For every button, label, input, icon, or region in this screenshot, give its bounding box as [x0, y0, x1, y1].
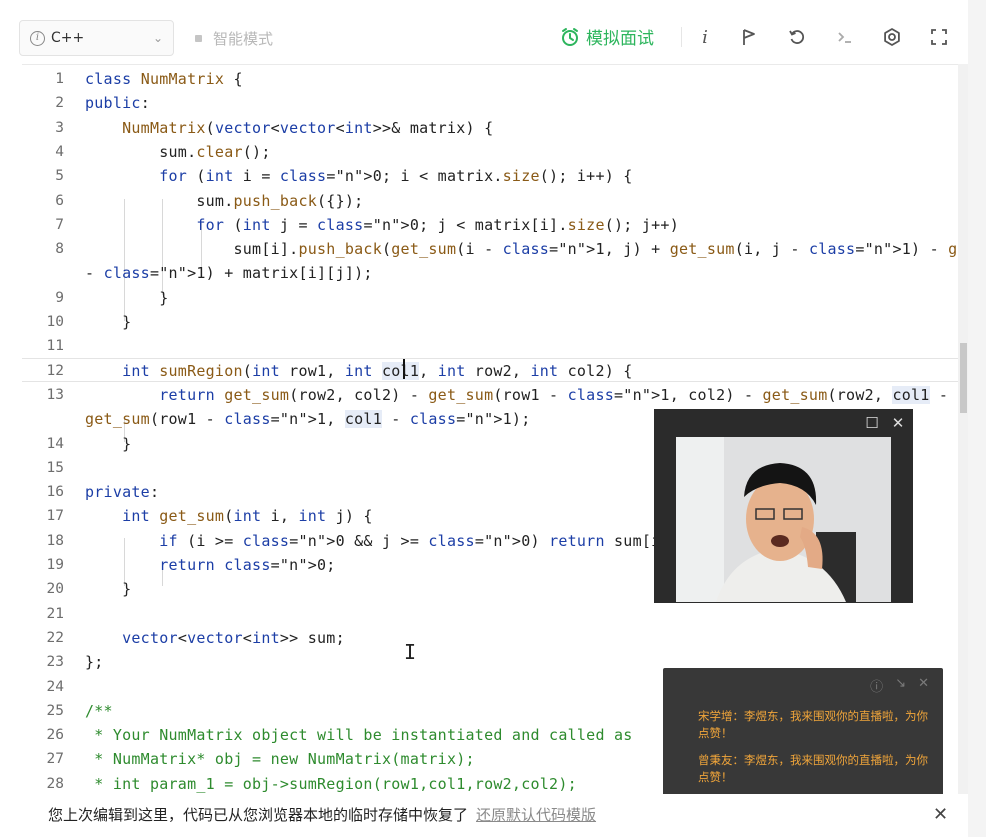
chat-message: 曾秉友：李煜东，我来围观你的直播啦，为你点赞！	[698, 753, 928, 784]
code-text: sum.push_back({});	[85, 191, 364, 210]
fullscreen-icon[interactable]	[929, 27, 949, 47]
code-text: sum[i].push_back(get_sum(i - class="n">1…	[85, 240, 958, 259]
mock-interview-label: 模拟面试	[586, 29, 654, 49]
line-number: 2	[55, 95, 64, 112]
webcam-feed	[676, 437, 891, 602]
mouse-ibeam-cursor: I	[404, 640, 417, 664]
restore-notice: 您上次编辑到这里，代码已从您浏览器本地的临时存储中恢复了 还原默认代码模版	[48, 804, 596, 825]
line-number: 1	[55, 71, 64, 87]
smart-mode-label: 智能模式	[213, 30, 274, 48]
code-text: return class="n">0;	[159, 556, 336, 574]
terminal-icon[interactable]	[835, 27, 855, 47]
chat-header: ⓘ ↘ ✕	[870, 676, 929, 695]
restore-default-template-link[interactable]: 还原默认代码模版	[476, 806, 596, 824]
line-number: 9	[55, 289, 64, 306]
code-text: }	[85, 580, 132, 599]
line-number: 10	[46, 314, 64, 330]
line-number: 28	[46, 775, 64, 792]
code-text: vector<vector<int>> sum;	[122, 628, 345, 647]
live-chat-panel[interactable]: ⓘ ↘ ✕ 宋学增：李煜东，我来围观你的直播啦，为你点赞！ 曾秉友：李煜东，我来…	[663, 668, 943, 799]
line-number: 7	[55, 216, 64, 233]
code-text: * NumMatrix* obj = new NumMatrix(matrix)…	[85, 750, 475, 769]
code-text: * Your NumMatrix object will be instanti…	[85, 726, 633, 745]
text-cursor	[403, 359, 405, 379]
smart-mode-toggle[interactable]: 智能模式	[195, 28, 273, 49]
code-text: /**	[85, 701, 113, 720]
settings-icon[interactable]	[882, 27, 902, 47]
editor-toolbar: i C++ ⌄ 智能模式 模拟面试 i	[0, 0, 986, 70]
code-text: get_sum(row1 - class="n">1, col1 - class…	[85, 410, 531, 429]
help-icon[interactable]: ⓘ	[870, 676, 883, 695]
line-number: 19	[46, 557, 64, 573]
mock-interview-button[interactable]: 模拟面试	[560, 24, 654, 49]
restore-notice-text: 您上次编辑到这里，代码已从您浏览器本地的临时存储中恢复了	[48, 806, 469, 824]
info-icon: i	[30, 30, 45, 46]
line-number: 25	[46, 702, 64, 719]
code-text: for (int i = class="n">0; i < matrix.siz…	[159, 167, 633, 186]
code-text: int sumRegion(int row1, int col1, int ro…	[122, 361, 633, 380]
line-number: 20	[46, 581, 64, 598]
code-text: }	[85, 288, 169, 307]
line-number: 27	[46, 751, 64, 768]
close-icon[interactable]: ✕	[918, 676, 929, 695]
chat-message: 宋学增：李煜东，我来围观你的直播啦，为你点赞！	[698, 709, 928, 740]
code-text: for (int j = class="n">0; j < matrix[i].…	[196, 215, 679, 234]
collapse-icon[interactable]: ↘	[895, 676, 906, 695]
app-root: i C++ ⌄ 智能模式 模拟面试 i 1 class NumMatrix {…	[0, 0, 986, 837]
code-text: public:	[85, 94, 150, 113]
line-number: 18	[46, 532, 64, 549]
vertical-scrollbar-track[interactable]	[958, 64, 968, 794]
line-number: 12	[46, 362, 64, 379]
close-icon[interactable]: ✕	[933, 804, 948, 825]
code-text: if (i >= class="n">0 && j >= class="n">0…	[159, 531, 706, 550]
code-text: * int param_1 = obj->sumRegion(row1,col1…	[85, 774, 577, 793]
code-text: - class="n">1) + matrix[i][j]);	[85, 264, 373, 283]
alarm-clock-icon	[562, 27, 578, 46]
webcam-window[interactable]: ☐ ✕	[654, 409, 913, 603]
info-italic-icon[interactable]: i	[695, 27, 715, 48]
line-number: 17	[46, 508, 64, 525]
vertical-scrollbar-thumb[interactable]	[960, 343, 967, 413]
chevron-down-icon: ⌄	[152, 31, 163, 45]
line-number: 16	[46, 484, 64, 501]
line-number: 22	[46, 629, 64, 646]
line-number: 8	[55, 241, 64, 258]
line-number: 13	[46, 386, 64, 403]
code-text: private:	[85, 483, 160, 502]
toolbar-divider	[681, 27, 682, 47]
restore-notice-bar: 您上次编辑到这里，代码已从您浏览器本地的临时存储中恢复了 还原默认代码模版 ✕	[0, 794, 968, 837]
code-text: }	[85, 313, 132, 331]
code-text: NumMatrix(vector<vector<int>>& matrix) {	[122, 118, 494, 137]
code-text: sum.clear();	[85, 142, 271, 161]
line-number: 23	[46, 654, 64, 671]
line-number: 6	[55, 192, 64, 209]
close-icon[interactable]: ✕	[890, 415, 906, 431]
code-text: };	[85, 653, 104, 672]
line-number: 14	[46, 435, 64, 452]
code-text: return get_sum(row2, col2) - get_sum(row…	[159, 385, 958, 404]
maximize-icon[interactable]: ☐	[864, 415, 880, 431]
reset-icon[interactable]	[787, 27, 807, 47]
code-text: int get_sum(int i, int j) {	[122, 507, 373, 526]
line-number: 3	[55, 119, 64, 136]
line-number: 11	[46, 338, 64, 355]
line-number: 21	[46, 605, 64, 622]
smart-mode-indicator	[195, 35, 202, 42]
line-number: 24	[46, 678, 64, 695]
language-value: C++	[51, 30, 85, 46]
language-select[interactable]: i C++ ⌄	[19, 20, 174, 56]
line-number: 26	[46, 727, 64, 744]
line-number: 4	[55, 143, 64, 160]
flag-icon[interactable]	[739, 27, 759, 47]
code-text: }	[85, 434, 132, 453]
code-text: class NumMatrix {	[85, 70, 243, 88]
window-edge	[968, 0, 986, 837]
line-number: 15	[46, 459, 64, 476]
line-number: 5	[55, 168, 64, 185]
